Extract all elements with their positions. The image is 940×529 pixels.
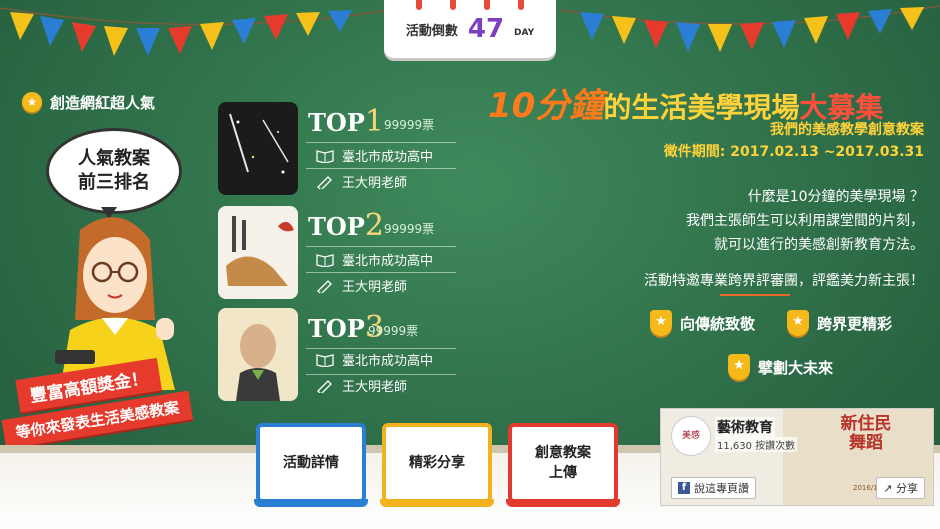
book-cover-1	[218, 102, 298, 195]
description-line-2: 我們主張師生可以利用課堂間的片刻，	[686, 213, 924, 229]
feature-2: ★ 跨界更精彩	[787, 310, 892, 336]
description-line-3: 就可以進行的美感創新教育方法。	[714, 237, 924, 253]
teacher-illustration	[55, 217, 175, 390]
rank-teacher-1: 王大明老師	[316, 172, 407, 191]
subheading: 我們的美感教學創意教案	[770, 122, 924, 138]
chalk-underline	[720, 294, 790, 296]
rank-school-3: 臺北市成功高中	[316, 350, 433, 369]
ranking-card-3[interactable]: TOP3 99999票 臺北市成功高中 王大明老師	[218, 308, 458, 401]
highlights-button[interactable]: 精彩分享	[380, 423, 494, 507]
fb-share-button[interactable]: ↗ 分享	[876, 477, 925, 499]
rank-teacher-2: 王大明老師	[316, 276, 407, 295]
feature-1: ★ 向傳統致敬	[650, 310, 755, 336]
rank-votes-2: 99999票	[384, 222, 435, 236]
rank-label-1: TOP1	[308, 104, 384, 139]
book-cover-2	[218, 206, 298, 299]
ranking-card-2[interactable]: TOP2 99999票 臺北市成功高中 王大明老師	[218, 206, 458, 299]
event-details-button[interactable]: 活動詳情	[254, 423, 368, 507]
jury-statement: 活動特邀專業跨界評審團，評鑑美力新主張！	[644, 273, 924, 289]
countdown-card: 活動倒數 47 DAY	[384, 0, 556, 58]
poster-title: 新住民舞蹈	[840, 414, 892, 453]
facebook-icon: f	[678, 482, 690, 494]
left-panel-title: 創造網紅超人氣	[50, 94, 156, 112]
fb-page-logo[interactable]: 美感	[671, 416, 711, 456]
upload-lesson-button[interactable]: 創意教案 上傳	[506, 423, 620, 507]
calendar-rings	[384, 0, 556, 10]
fb-like-button[interactable]: f 說這專頁讚	[671, 477, 756, 499]
ranking-card-1[interactable]: TOP1 99999票 臺北市成功高中 王大明老師	[218, 102, 458, 195]
bubble-line-2: 前三排名	[78, 172, 150, 193]
fb-page-name[interactable]: 藝術教育	[715, 417, 775, 437]
headline-part-1: 10分鐘	[488, 86, 604, 126]
pencil-icon	[317, 175, 332, 189]
countdown-days: 47	[467, 14, 505, 44]
rank-label-2: TOP2	[308, 208, 384, 243]
rank-school-2: 臺北市成功高中	[316, 250, 433, 269]
rank-teacher-3: 王大明老師	[316, 376, 407, 395]
book-icon	[316, 253, 334, 267]
star-shield-icon: ★	[787, 310, 809, 336]
submission-period: 徵件期間: 2017.02.13 ~2017.03.31	[663, 144, 924, 160]
rank-school-1: 臺北市成功高中	[316, 146, 433, 165]
pencil-icon	[317, 379, 332, 393]
star-icon: ★	[22, 92, 42, 112]
feature-3: ★ 擘劃大未來	[728, 354, 833, 380]
rank-votes-3: 99999票	[368, 324, 419, 338]
chalkboard-stage: 活動倒數 47 DAY ★ 創造網紅超人氣 人氣教案 前三排名 豐富高額獎金！ …	[0, 0, 940, 529]
speech-bubble: 人氣教案 前三排名	[46, 128, 182, 219]
fb-like-count: 11,630 按讚次數	[715, 437, 798, 452]
book-icon	[316, 353, 334, 367]
description-line-1: 什麼是10分鐘的美學現場 ？	[747, 189, 924, 205]
countdown-unit: DAY	[514, 28, 535, 38]
pencil-icon	[317, 279, 332, 293]
rank-votes-1: 99999票	[384, 118, 435, 132]
bubble-line-1: 人氣教案	[78, 148, 150, 169]
countdown-label: 活動倒數	[405, 23, 458, 39]
book-cover-3	[218, 308, 298, 401]
star-shield-icon: ★	[728, 354, 750, 380]
facebook-page-widget[interactable]: 新住民舞蹈 2016/12/17(六) 美感 藝術教育 11,630 按讚次數 …	[660, 408, 934, 506]
book-icon	[316, 149, 334, 163]
star-shield-icon: ★	[650, 310, 672, 336]
